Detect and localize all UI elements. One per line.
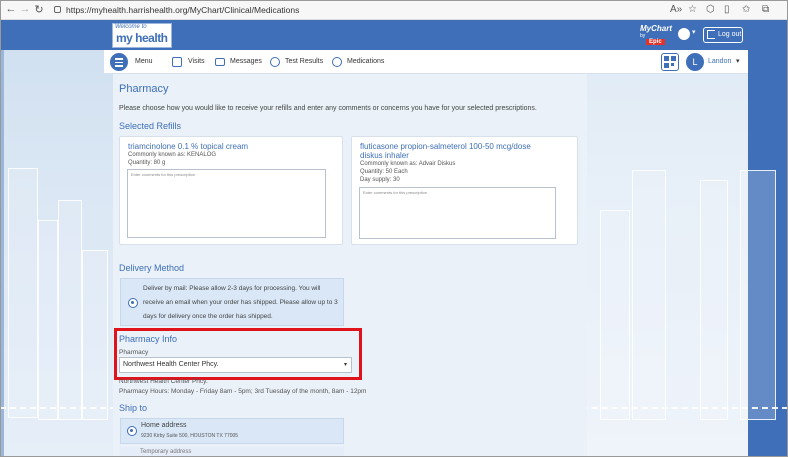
flask-icon[interactable]	[270, 57, 280, 67]
ship-to-heading: Ship to	[119, 403, 148, 413]
medication-quantity: Quantity: 80 g	[128, 160, 166, 166]
hamburger-menu-icon[interactable]	[110, 53, 128, 71]
logo-tagline: Welcome to	[115, 24, 147, 30]
home-address-label: Home address	[141, 422, 187, 429]
myhealth-logo[interactable]: Welcome to my health	[112, 23, 172, 48]
logout-button[interactable]: Log out	[703, 27, 743, 43]
building-outline	[38, 220, 58, 420]
split-screen-icon[interactable]: ▯	[724, 4, 730, 15]
delivery-option-text: Deliver by mail: Please allow 2-3 days f…	[143, 285, 338, 320]
logout-label: Log out	[718, 31, 742, 38]
medication-name: triamcinolone 0.1 % topical cream	[128, 142, 249, 151]
page-intro: Please choose how you would like to rece…	[119, 105, 537, 112]
left-edge-strip	[0, 20, 4, 457]
main-navbar: Menu Visits Messages Test Results Medica…	[104, 50, 748, 74]
medication-known-as: Commonly known as: Advair Diskus	[360, 161, 456, 167]
browser-toolbar: ← → ↻ https://myhealth.harrishealth.org/…	[0, 0, 788, 20]
read-aloud-icon[interactable]: A»	[670, 4, 682, 15]
qr-code-icon[interactable]	[661, 53, 679, 71]
building-outline	[58, 200, 82, 420]
highlight-box	[114, 328, 362, 380]
main-content-panel	[113, 74, 587, 457]
medication-known-as: Commonly known as: KENALOG	[128, 152, 217, 158]
chevron-down-icon[interactable]: ▾	[736, 50, 740, 74]
envelope-icon[interactable]	[215, 58, 225, 66]
avatar[interactable]: L	[686, 53, 704, 71]
app-header: Welcome to my health MyChart by Epic ▾ L…	[0, 20, 788, 50]
pill-icon[interactable]	[332, 57, 342, 67]
delivery-option-mail[interactable]: Deliver by mail: Please allow 2-3 days f…	[120, 278, 344, 326]
back-arrow-icon[interactable]: ←	[4, 3, 18, 15]
comment-placeholder: Enter comments for this prescription	[363, 190, 428, 195]
favorites-icon[interactable]: ✩	[742, 4, 750, 15]
favorite-star-icon[interactable]: ☆	[688, 4, 697, 15]
comment-placeholder: Enter comments for this prescription	[131, 172, 196, 177]
right-panel	[587, 74, 748, 457]
building-outline	[8, 168, 38, 418]
medication-name-cont: diskus inhaler	[360, 151, 409, 160]
refill-card: triamcinolone 0.1 % topical cream Common…	[119, 136, 343, 245]
extensions-icon[interactable]: ⬡	[706, 4, 715, 15]
epic-logo: Epic	[646, 39, 665, 45]
mychart-brand: MyChart	[640, 24, 673, 33]
page-title: Pharmacy	[119, 83, 169, 95]
nav-item-test-results[interactable]: Test Results	[285, 50, 323, 74]
address-bar-url: https://myhealth.harrishealth.org/MyChar…	[66, 5, 300, 15]
nav-item-visits[interactable]: Visits	[188, 50, 205, 74]
pharmacy-hours: Pharmacy Hours: Monday - Friday 8am - 5p…	[119, 388, 367, 395]
comment-textarea[interactable]: Enter comments for this prescription	[127, 169, 326, 238]
building-outline	[82, 250, 108, 420]
mychart-by: by	[640, 33, 646, 39]
user-name[interactable]: Landon	[708, 50, 731, 74]
logo-text: my health	[116, 31, 168, 45]
refill-card: fluticasone propion-salmeterol 100-50 mc…	[351, 136, 578, 245]
calendar-icon[interactable]	[172, 57, 182, 67]
logout-icon	[707, 30, 715, 39]
pharmacy-name: Northwest Health Center Phcy.	[119, 378, 208, 385]
temporary-address-label: Temporary address	[140, 449, 192, 455]
mychart-logo: MyChart by Epic	[640, 24, 673, 46]
refresh-icon[interactable]: ↻	[32, 3, 46, 16]
radio-selected-icon[interactable]	[128, 298, 138, 308]
comment-textarea[interactable]: Enter comments for this prescription	[359, 187, 556, 239]
nav-item-messages[interactable]: Messages	[230, 50, 262, 74]
collections-icon[interactable]: ⧉	[762, 4, 769, 15]
nav-menu-label[interactable]: Menu	[135, 50, 153, 74]
ship-option-home[interactable]: Home address 9230 Kirby Suite 500, HOUST…	[120, 418, 344, 444]
forward-arrow-icon[interactable]: →	[18, 3, 32, 15]
ship-option-temporary[interactable]: Temporary address	[120, 447, 344, 457]
globe-icon[interactable]	[678, 28, 690, 40]
home-address-value: 9230 Kirby Suite 500, HOUSTON TX 77005	[141, 433, 239, 439]
selected-refills-heading: Selected Refills	[119, 121, 182, 131]
nav-item-medications[interactable]: Medications	[347, 50, 384, 74]
delivery-method-heading: Delivery Method	[119, 263, 185, 273]
medication-day-supply: Day supply: 30	[360, 177, 400, 183]
lock-icon	[54, 6, 61, 13]
medication-quantity: Quantity: 50 Each	[360, 169, 408, 175]
address-bar[interactable]: https://myhealth.harrishealth.org/MyChar…	[50, 2, 610, 18]
radio-selected-icon[interactable]	[127, 426, 137, 436]
chevron-down-icon[interactable]: ▾	[692, 28, 696, 36]
